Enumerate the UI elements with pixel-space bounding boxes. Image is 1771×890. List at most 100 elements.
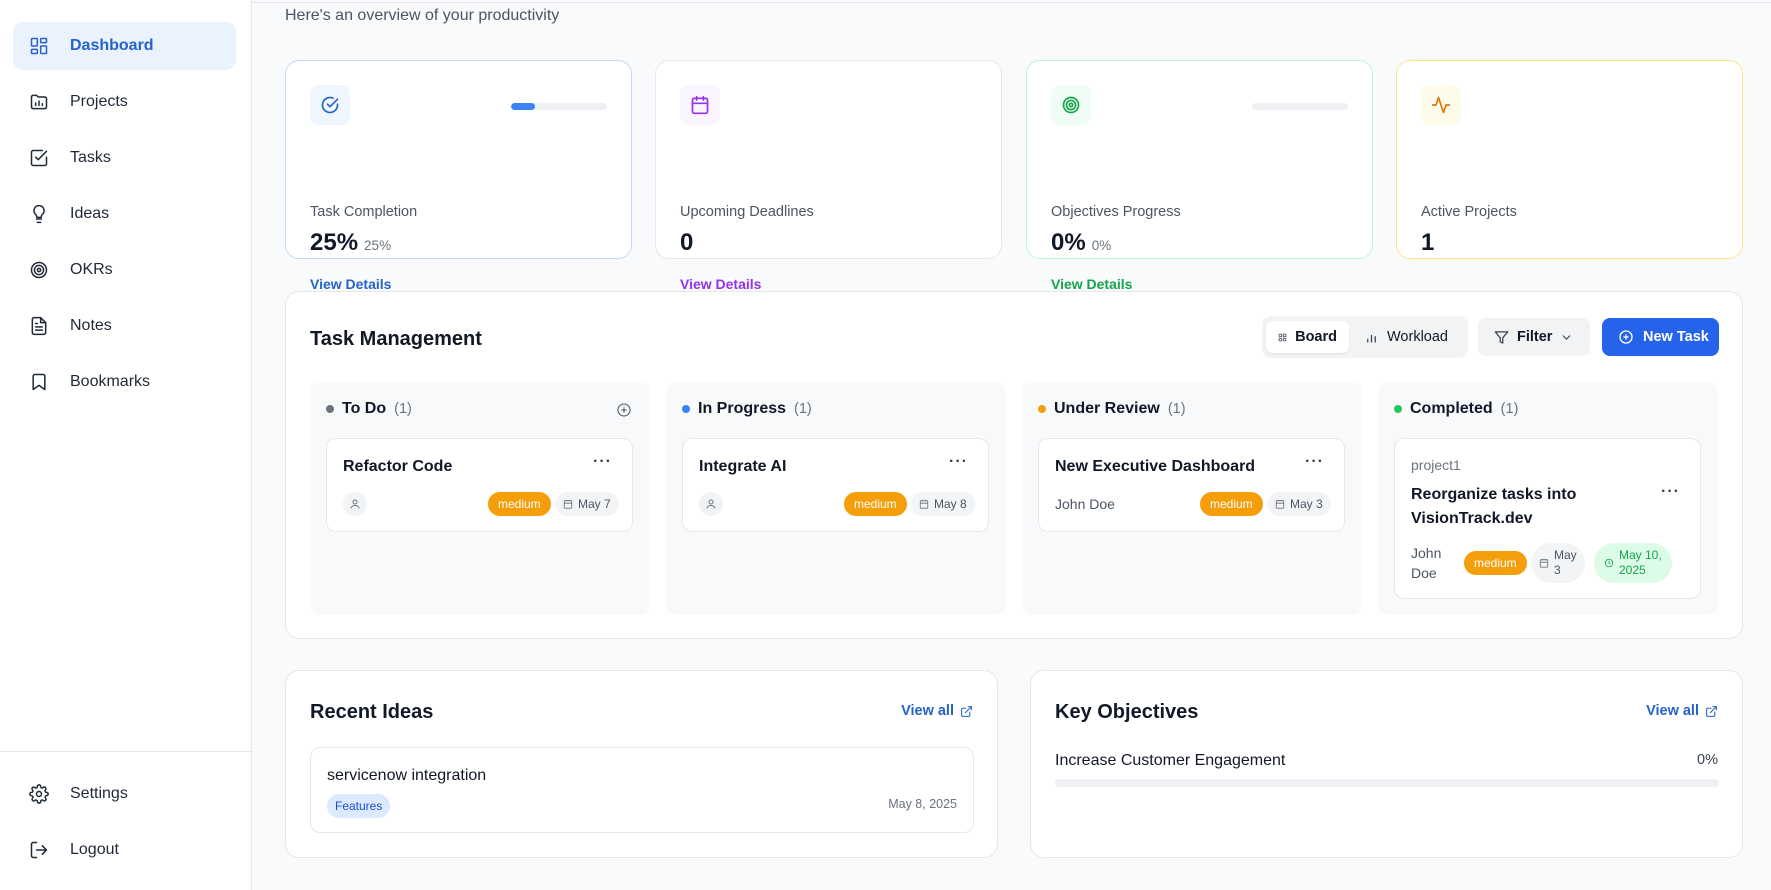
sidebar-item-okrs[interactable]: OKRs	[13, 246, 236, 294]
completed-date: May 10, 2025	[1619, 548, 1662, 578]
column-completed: Completed (1) project1 Reorganize tasks …	[1378, 382, 1718, 615]
column-under-review: Under Review (1) New Executive Dashboard…	[1022, 382, 1362, 615]
due-date-badge: May 3	[1267, 492, 1331, 516]
sidebar-item-notes[interactable]: Notes	[13, 302, 236, 350]
view-toggle: Board Workload	[1262, 316, 1468, 358]
priority-badge: medium	[1200, 492, 1263, 516]
gear-icon	[28, 783, 50, 805]
priority-badge: medium	[1464, 551, 1527, 575]
more-options-icon[interactable]: ···	[949, 453, 968, 471]
task-title: Reorganize tasks into VisionTrack.dev	[1411, 483, 1576, 531]
column-in-progress: In Progress (1) Integrate AI ··· medium …	[666, 382, 1006, 615]
stat-card-task-completion: Task Completion 25% 25% View Details	[285, 60, 632, 292]
page-subtitle: Here's an overview of your productivity	[285, 7, 560, 24]
task-title: Integrate AI	[699, 458, 787, 475]
task-title: New Executive Dashboard	[1055, 458, 1256, 475]
sidebar-item-label: Notes	[70, 317, 112, 334]
stat-value-number: 0%	[1051, 229, 1086, 256]
sidebar-item-bookmarks[interactable]: Bookmarks	[13, 358, 236, 406]
column-count: (1)	[1167, 401, 1186, 417]
calendar-icon	[563, 499, 573, 509]
board-view-button[interactable]: Board	[1266, 321, 1349, 353]
task-title: Refactor Code	[343, 458, 453, 475]
unassigned-avatar-icon	[699, 492, 723, 516]
more-options-icon[interactable]: ···	[1661, 483, 1680, 501]
add-task-icon[interactable]	[616, 402, 632, 418]
progress-fill	[511, 103, 535, 110]
projects-icon	[28, 91, 50, 113]
project-name: project1	[1411, 457, 1461, 473]
sidebar-item-tasks[interactable]: Tasks	[13, 134, 236, 182]
header-divider	[252, 2, 1771, 3]
objectives-progress-bar	[1252, 103, 1348, 110]
due-date: May 8	[934, 497, 967, 511]
task-management-title: Task Management	[310, 328, 482, 350]
tasks-icon	[28, 147, 50, 169]
new-task-label: New Task	[1643, 329, 1709, 345]
calendar-icon	[1539, 558, 1549, 568]
external-link-icon	[961, 705, 972, 717]
activity-icon	[1421, 85, 1461, 125]
sidebar-item-projects[interactable]: Projects	[13, 78, 236, 126]
sidebar-item-label: Bookmarks	[70, 373, 151, 390]
view-all-label: View all	[1646, 703, 1699, 719]
workload-view-button[interactable]: Workload	[1352, 321, 1460, 353]
sidebar-item-ideas[interactable]: Ideas	[13, 190, 236, 238]
assignee-name: John Doe	[1055, 496, 1115, 512]
sidebar-item-settings[interactable]: Settings	[13, 770, 236, 818]
sidebar-item-logout[interactable]: Logout	[13, 826, 236, 874]
completed-date-badge: May 10, 2025	[1594, 543, 1672, 583]
more-options-icon[interactable]: ···	[1305, 453, 1324, 471]
due-date: May 7	[578, 497, 611, 511]
filter-icon	[1494, 330, 1509, 344]
due-date-badge: May 3	[1531, 543, 1585, 583]
view-all-label: View all	[901, 703, 954, 719]
stat-label: Task Completion	[310, 204, 418, 220]
workload-view-label: Workload	[1387, 329, 1448, 345]
sidebar-item-label: Ideas	[70, 205, 110, 222]
sidebar-item-dashboard[interactable]: Dashboard	[13, 22, 236, 70]
clock-icon	[1604, 558, 1614, 568]
task-card[interactable]: New Executive Dashboard ··· John Doe med…	[1038, 438, 1345, 532]
priority-badge: medium	[488, 492, 551, 516]
task-card[interactable]: Integrate AI ··· medium May 8	[682, 438, 989, 532]
board-view-label: Board	[1295, 329, 1337, 345]
recent-ideas-card: Recent Ideas View all servicenow integra…	[285, 670, 998, 858]
filter-button[interactable]: Filter	[1478, 318, 1590, 356]
task-management-panel: Task Management Board Workload Filter Ne…	[285, 291, 1743, 639]
new-task-button[interactable]: New Task	[1602, 318, 1719, 356]
view-details-link[interactable]: View Details	[1051, 276, 1132, 292]
task-title-line: VisionTrack.dev	[1411, 510, 1533, 527]
view-details-link[interactable]: View Details	[310, 276, 391, 292]
task-card[interactable]: project1 Reorganize tasks into VisionTra…	[1394, 438, 1701, 599]
status-dot	[1394, 405, 1402, 413]
assignee-line: John	[1411, 545, 1442, 561]
column-name: Completed	[1410, 400, 1493, 417]
bar-chart-icon	[1367, 334, 1376, 342]
more-options-icon[interactable]: ···	[593, 453, 612, 471]
idea-tag-badge: Features	[327, 794, 391, 818]
view-details-link[interactable]: View Details	[680, 276, 761, 292]
sidebar-item-label: Tasks	[70, 149, 111, 166]
stat-card-upcoming-deadlines: Upcoming Deadlines 0 View Details	[655, 60, 1002, 292]
assignee-name: John Doe	[1411, 543, 1441, 583]
idea-item[interactable]: servicenow integration Features May 8, 2…	[310, 747, 974, 833]
task-card[interactable]: Refactor Code ··· medium May 7	[326, 438, 633, 532]
sidebar-item-label: Dashboard	[70, 37, 154, 54]
view-all-ideas-link[interactable]: View all	[901, 703, 973, 719]
sidebar: Dashboard Projects Tasks Ideas OKRs Note…	[0, 0, 252, 890]
column-count: (1)	[1500, 401, 1519, 417]
stat-value: 0% 0%	[1051, 229, 1111, 257]
view-all-objectives-link[interactable]: View all	[1646, 703, 1718, 719]
stat-label: Objectives Progress	[1051, 204, 1181, 220]
column-name: To Do	[342, 400, 387, 417]
key-objectives-card: Key Objectives View all Increase Custome…	[1030, 670, 1743, 858]
grid-icon	[1278, 333, 1287, 341]
column-name: Under Review	[1054, 400, 1160, 417]
due-date: May 3	[1290, 497, 1323, 511]
column-header: In Progress (1)	[682, 400, 812, 418]
notes-icon	[28, 315, 50, 337]
completed-date-line: May 10,	[1619, 548, 1662, 562]
chevron-down-icon	[1563, 334, 1571, 340]
priority-badge: medium	[844, 492, 907, 516]
